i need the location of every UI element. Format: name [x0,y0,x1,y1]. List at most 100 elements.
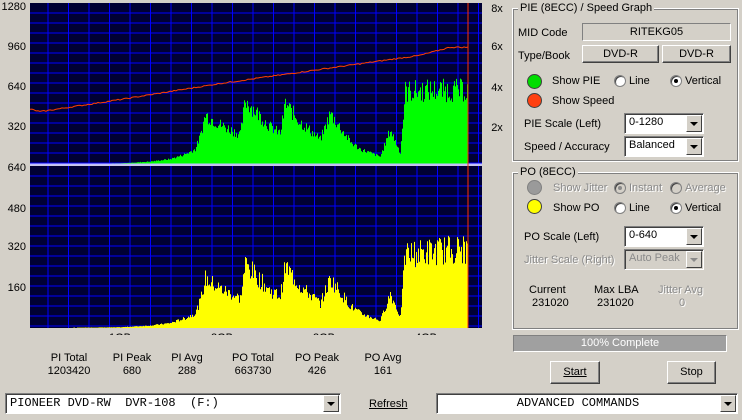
x-tick-label: 1GB [109,332,131,335]
graph-area: 1280 960 640 320 640 8x 6x 4x 2x 480 320 160 1GB 2GB 3… [0,0,510,335]
pie-speed-group-title: PIE (8ECC) / Speed Graph [518,2,655,14]
po-scale-value: 0-640 [629,229,658,241]
po-line-radio[interactable] [614,202,626,214]
x-tick-label: 4GB [415,332,437,335]
po-vertical-label[interactable]: Vertical [685,202,721,214]
pie-line-label[interactable]: Line [629,75,650,87]
jitter-scale-dropdown-button [686,251,702,268]
stat-label: PO Avg [364,352,402,364]
stat-label: PO Total [232,352,274,364]
pie-scale-dropdown-button[interactable] [686,115,702,132]
x-tick-label: 3GB [313,332,335,335]
speed-accuracy-value: Balanced [629,139,675,151]
stat-label: PI Avg [171,352,203,364]
pie-po-graph: 1280 960 640 320 640 8x 6x 4x 2x 480 320 160 1GB 2GB 3… [2,1,504,335]
chevron-down-icon [327,401,335,406]
po-vertical-radio[interactable] [670,202,682,214]
speed-color-swatch[interactable] [527,93,542,108]
speed-right-tick-label: 4x [491,82,503,94]
speed-right-tick-label: 6x [491,41,503,53]
current-value: 231020 [532,297,569,309]
pie-left-tick-label: 640 [8,162,26,174]
speed-accuracy-dropdown-button[interactable] [686,138,702,155]
pie-left-tick-label: 320 [8,121,26,133]
book-type-value: DVD-R [662,45,731,63]
jitter-scale-label: Jitter Scale (Right) [524,254,615,266]
jitter-avg-value: 0 [679,297,686,309]
pie-color-swatch[interactable] [527,74,542,89]
current-label: Current [529,284,566,296]
pie-left-tick-label: 640 [8,81,26,93]
speed-accuracy-label: Speed / Accuracy [524,141,610,153]
speed-accuracy-select[interactable]: Balanced [624,136,704,157]
mid-code-label: MID Code [518,27,568,39]
jitter-instant-label: Instant [629,182,663,194]
drive-value: PIONEER DVD-RW DVR-108 (F:) [10,396,219,410]
chevron-down-icon [690,144,698,149]
stat-value: 161 [373,365,393,377]
drive-select[interactable]: PIONEER DVD-RW DVR-108 (F:) [5,393,341,414]
pie-line-radio[interactable] [614,75,626,87]
stat-item: PO Avg 161 [348,352,418,378]
pie-left-tick-label: 1280 [2,1,26,13]
stat-value: 288 [177,365,197,377]
po-line-label[interactable]: Line [629,202,650,214]
po-group-title: PO (8ECC) [518,166,578,178]
jitter-instant-radio [614,182,626,194]
jitter-average-radio [670,182,682,194]
show-pie-label[interactable]: Show PIE [552,75,600,87]
stat-value: 663730 [234,365,272,377]
stat-item: PI Avg 288 [152,352,222,378]
pie-scale-label: PIE Scale (Left) [524,118,602,130]
po-color-swatch[interactable] [527,199,542,214]
drive-dropdown-button[interactable] [323,395,339,412]
jitter-avg-label: Jitter Avg [658,284,704,296]
po-scale-label: PO Scale (Left) [524,231,600,243]
stat-label: PI Total [50,352,88,364]
pie-scale-select[interactable]: 0-1280 [624,113,704,134]
advanced-commands-value: ADVANCED COMMANDS [516,396,640,410]
stat-item: PO Peak 426 [282,352,352,378]
stat-value: 1203420 [47,365,91,377]
jitter-scale-value: Auto Peak [629,252,680,264]
advanced-commands-select[interactable]: ADVANCED COMMANDS [436,393,738,414]
po-left-tick-label: 480 [8,203,26,215]
advanced-commands-dropdown-button[interactable] [720,395,736,412]
disc-type-value: DVD-R [582,45,659,63]
po-scale-dropdown-button[interactable] [686,228,702,245]
stop-button[interactable]: Stop [667,361,716,384]
pie-vertical-label[interactable]: Vertical [685,75,721,87]
stat-value: 426 [307,365,327,377]
jitter-color-swatch [527,180,542,195]
max-lba-value: 231020 [597,297,634,309]
stat-item: PI Total 1203420 [34,352,104,378]
refresh-link[interactable]: Refresh [369,398,408,410]
x-tick-label: 2GB [211,332,233,335]
stop-button-label: Stop [680,366,703,378]
jitter-average-label: Average [685,182,726,194]
start-button[interactable]: Start [550,361,600,384]
chevron-down-icon [724,401,732,406]
start-button-label: Start [563,366,587,378]
chevron-down-icon [690,257,698,262]
mid-code-value: RITEKG05 [582,23,731,41]
speed-right-tick-label: 2x [491,122,503,134]
pie-scale-value: 0-1280 [629,116,664,128]
show-po-label[interactable]: Show PO [553,202,599,214]
pie-left-tick-label: 960 [8,41,26,53]
jitter-scale-select: Auto Peak [624,249,704,270]
po-scale-select[interactable]: 0-640 [624,226,704,247]
show-jitter-label: Show Jitter [553,182,608,194]
chevron-down-icon [690,234,698,239]
chevron-down-icon [690,121,698,126]
po-left-tick-label: 160 [8,282,26,294]
speed-right-tick-label: 8x [491,3,503,15]
po-left-tick-label: 320 [8,241,26,253]
max-lba-label: Max LBA [594,284,639,296]
type-book-label: Type/Book [518,50,570,62]
stat-label: PO Peak [294,352,340,364]
stat-item: PO Total 663730 [218,352,288,378]
progress-bar: 100% Complete [513,335,727,352]
pie-vertical-radio[interactable] [670,75,682,87]
show-speed-label[interactable]: Show Speed [552,95,614,107]
